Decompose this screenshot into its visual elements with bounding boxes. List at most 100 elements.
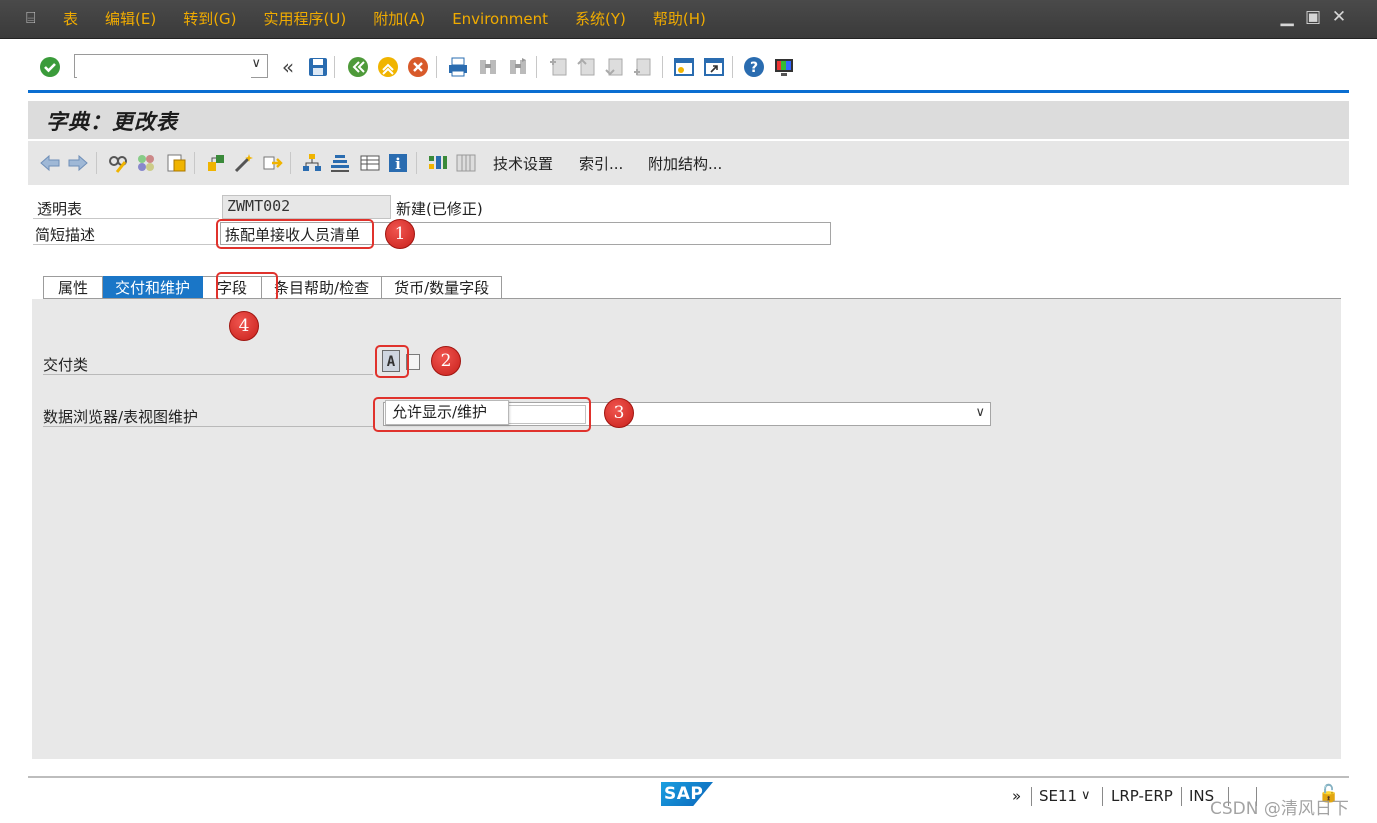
status-expand-icon[interactable]: » (1012, 787, 1021, 805)
activate-icon[interactable] (164, 151, 188, 175)
annotation-badge-1: 1 (385, 219, 415, 249)
menu-bar: ⌸ 表 编辑(E) 转到(G) 实用程序(U) 附加(A) Environmen… (0, 0, 1377, 39)
transport-icon[interactable] (260, 151, 284, 175)
page-title: 字典：更改表 (46, 109, 178, 134)
toolbar-separator (436, 56, 437, 78)
help-icon[interactable]: ? (742, 55, 766, 79)
menu-items: 表 编辑(E) 转到(G) 实用程序(U) 附加(A) Environment … (63, 0, 733, 38)
label-underline (43, 426, 373, 427)
window-controls: ▁ ▣ ✕ (1279, 6, 1347, 28)
previous-page-icon[interactable] (574, 55, 598, 79)
annotation-badge-2: 2 (431, 346, 461, 376)
menu-help[interactable]: 帮助(H) (653, 0, 706, 38)
toolbar-separator (662, 56, 663, 78)
columns-icon[interactable] (454, 151, 478, 175)
watermark: CSDN @清风日下 (1210, 799, 1349, 819)
hierarchy-icon[interactable] (300, 151, 324, 175)
arrow-right-icon[interactable] (66, 151, 90, 175)
check-object-icon[interactable] (134, 151, 158, 175)
close-icon[interactable]: ✕ (1331, 6, 1347, 28)
table-contents-icon[interactable] (358, 151, 382, 175)
technical-settings-button[interactable]: 技术设置 (493, 153, 553, 174)
toolbar-separator (732, 56, 733, 78)
find-next-icon[interactable] (506, 55, 530, 79)
toolbar-separator (290, 152, 291, 174)
tab-strip: 属性 交付和维护 字段 条目帮助/检查 货币/数量字段 (43, 276, 503, 299)
menu-table[interactable]: 表 (63, 0, 78, 38)
cancel-icon[interactable] (406, 55, 430, 79)
tab-attributes[interactable]: 属性 (43, 276, 104, 299)
dropdown-inner-field (508, 405, 586, 424)
toolbar-separator (96, 152, 97, 174)
menu-edit[interactable]: 编辑(E) (105, 0, 156, 38)
minimize-icon[interactable]: ▁ (1279, 6, 1295, 28)
chevron-down-icon[interactable]: ∨ (251, 56, 261, 71)
find-icon[interactable] (476, 55, 500, 79)
next-page-icon[interactable] (602, 55, 626, 79)
back-icon[interactable] (346, 55, 370, 79)
print-icon[interactable] (446, 55, 470, 79)
label-underline (33, 218, 219, 219)
chevron-down-icon[interactable]: ∨ (975, 405, 985, 420)
save-icon[interactable] (306, 55, 330, 79)
toolbar-separator (334, 56, 335, 78)
menu-utilities[interactable]: 实用程序(U) (264, 0, 347, 38)
annotation-badge-3: 3 (604, 398, 634, 428)
data-browser-label: 数据浏览器/表视图维护 (43, 408, 199, 426)
value-help-icon[interactable] (406, 354, 420, 370)
enter-check-icon[interactable] (38, 55, 62, 79)
table-name-field: ZWMT002 (222, 195, 391, 219)
tab-entry-help-check[interactable]: 条目帮助/检查 (262, 276, 383, 299)
annotation-badge-4: 4 (229, 311, 259, 341)
label-underline (43, 374, 373, 375)
toolbar-separator (536, 56, 537, 78)
display-change-icon[interactable] (106, 151, 130, 175)
chevron-down-icon[interactable]: ∨ (1081, 788, 1091, 803)
append-structure-button[interactable]: 附加结构... (648, 153, 722, 174)
delivery-class-input[interactable]: A (382, 350, 400, 372)
system-menu-icon[interactable]: ⌸ (26, 9, 46, 27)
tab-fields[interactable]: 字段 (203, 276, 263, 299)
application-toolbar: i 技术设置 索引... 附加结构... (28, 141, 1349, 185)
command-input[interactable] (77, 56, 251, 78)
delivery-class-label: 交付类 (43, 356, 89, 374)
layout-menu-icon[interactable] (772, 55, 796, 79)
arrow-left-icon[interactable] (38, 151, 62, 175)
svg-text:?: ? (750, 60, 758, 76)
toolbar-separator (194, 152, 195, 174)
status-separator (1181, 787, 1182, 806)
sap-logo: SAP (661, 782, 713, 806)
grid-icon[interactable] (426, 151, 450, 175)
toolbar-separator (416, 152, 417, 174)
status-separator (1102, 787, 1103, 806)
menu-goto[interactable]: 转到(G) (183, 0, 236, 38)
table-status-text: 新建(已修正) (396, 200, 483, 218)
structure-icon[interactable] (328, 151, 352, 175)
where-used-icon[interactable] (204, 151, 228, 175)
table-type-label: 透明表 (37, 200, 83, 218)
transaction-code[interactable]: SE11 (1039, 787, 1077, 805)
exit-icon[interactable] (376, 55, 400, 79)
last-page-icon[interactable] (630, 55, 654, 79)
menu-environment[interactable]: Environment (452, 0, 548, 38)
label-underline (33, 244, 219, 245)
tab-delivery-maintenance[interactable]: 交付和维护 (103, 276, 204, 299)
collapse-toolbar-icon[interactable]: « (276, 55, 300, 79)
magic-wand-icon[interactable] (232, 151, 256, 175)
tab-panel (32, 299, 1341, 759)
standard-toolbar: ∨ « ? (28, 46, 1349, 93)
maximize-icon[interactable]: ▣ (1305, 6, 1321, 28)
data-browser-selected-value[interactable]: 允许显示/维护 (385, 400, 509, 425)
shortcut-icon[interactable] (702, 55, 726, 79)
tab-currency-quantity-fields[interactable]: 货币/数量字段 (382, 276, 503, 299)
command-field[interactable]: ∨ (74, 54, 268, 78)
indexes-button[interactable]: 索引... (579, 153, 623, 174)
first-page-icon[interactable] (546, 55, 570, 79)
menu-system[interactable]: 系统(Y) (575, 0, 626, 38)
svg-text:i: i (395, 155, 401, 173)
short-description-input[interactable]: 拣配单接收人员清单 (220, 222, 831, 245)
info-icon[interactable]: i (386, 151, 410, 175)
menu-extras[interactable]: 附加(A) (373, 0, 425, 38)
new-session-icon[interactable] (672, 55, 696, 79)
system-name: LRP-ERP (1111, 787, 1173, 805)
